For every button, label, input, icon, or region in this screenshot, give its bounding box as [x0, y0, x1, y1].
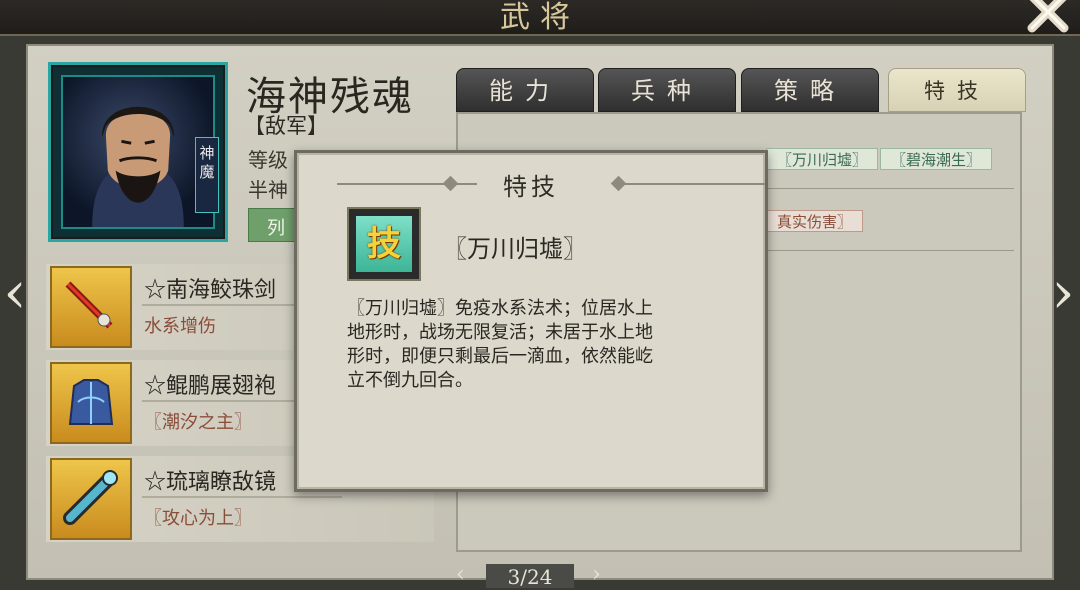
- desc-line: 〖万川归墟〗免疫水系法术；位居水上: [347, 298, 653, 319]
- title-bar: 武将: [0, 0, 1080, 36]
- level-label: 等级: [248, 148, 288, 172]
- skill-icon: 技: [347, 207, 421, 281]
- item-name: ☆南海鲛珠剑: [144, 278, 277, 303]
- popup-description: 〖万川归墟〗免疫水系法术；位居水上 地形时，战场无限复活；未居于水上地 形时，即…: [347, 297, 717, 393]
- close-icon[interactable]: [1022, 0, 1074, 38]
- item-name: ☆鲲鹏展翅袍: [144, 374, 277, 399]
- item-effect: 〖潮汐之主〗: [144, 412, 252, 433]
- desc-line: 地形时，战场无限复活；未居于水上地: [347, 322, 653, 343]
- tab-strategy[interactable]: 策略: [741, 68, 879, 112]
- page-indicator: 3/24: [486, 564, 574, 589]
- portrait-image: [61, 75, 215, 229]
- spyglass-icon: [50, 458, 132, 540]
- desc-line: 立不倒九回合。: [347, 370, 473, 391]
- item-divider: [142, 496, 342, 498]
- skill-glyph: 技: [356, 216, 412, 272]
- item-effect: 〖攻心为上〗: [144, 508, 252, 529]
- class-label: 半神: [248, 178, 288, 202]
- divider: [768, 188, 1014, 189]
- character-face-icon: [92, 106, 184, 227]
- desc-line: 形时，即便只剩最后一滴血，依然能屹: [347, 346, 653, 367]
- type-badge: 神魔: [195, 137, 219, 213]
- sword-icon: [50, 266, 132, 348]
- tab-special-skill[interactable]: 特技: [888, 68, 1026, 112]
- faction-label: 【敌军】: [244, 114, 328, 138]
- pager-next-icon[interactable]: ›: [592, 562, 601, 587]
- prev-general-arrow[interactable]: ‹: [0, 262, 30, 322]
- item-effect: 水系增伤: [144, 316, 216, 337]
- skill-chip-3[interactable]: 真实伤害〗: [766, 210, 864, 232]
- tab-troop[interactable]: 兵种: [598, 68, 736, 112]
- general-portrait: 神魔: [48, 62, 228, 242]
- popup-skill-name: 〖万川归墟〗: [443, 235, 587, 263]
- divider: [768, 250, 1014, 251]
- window-title: 武将: [500, 0, 580, 35]
- skill-chip-1[interactable]: 〖万川归墟〗: [766, 148, 879, 170]
- pager-prev-icon[interactable]: ‹: [456, 562, 465, 587]
- tab-ability[interactable]: 能力: [456, 68, 594, 112]
- skill-detail-popup: 特技 技 〖万川归墟〗 〖万川归墟〗免疫水系法术；位居水上 地形时，战场无限复活…: [294, 150, 768, 492]
- skill-chip-2[interactable]: 〖碧海潮生〗: [880, 148, 993, 170]
- ornament-line: [625, 183, 765, 185]
- robe-icon: [50, 362, 132, 444]
- item-name: ☆琉璃瞭敌镜: [144, 470, 277, 495]
- next-general-arrow[interactable]: ›: [1048, 262, 1078, 322]
